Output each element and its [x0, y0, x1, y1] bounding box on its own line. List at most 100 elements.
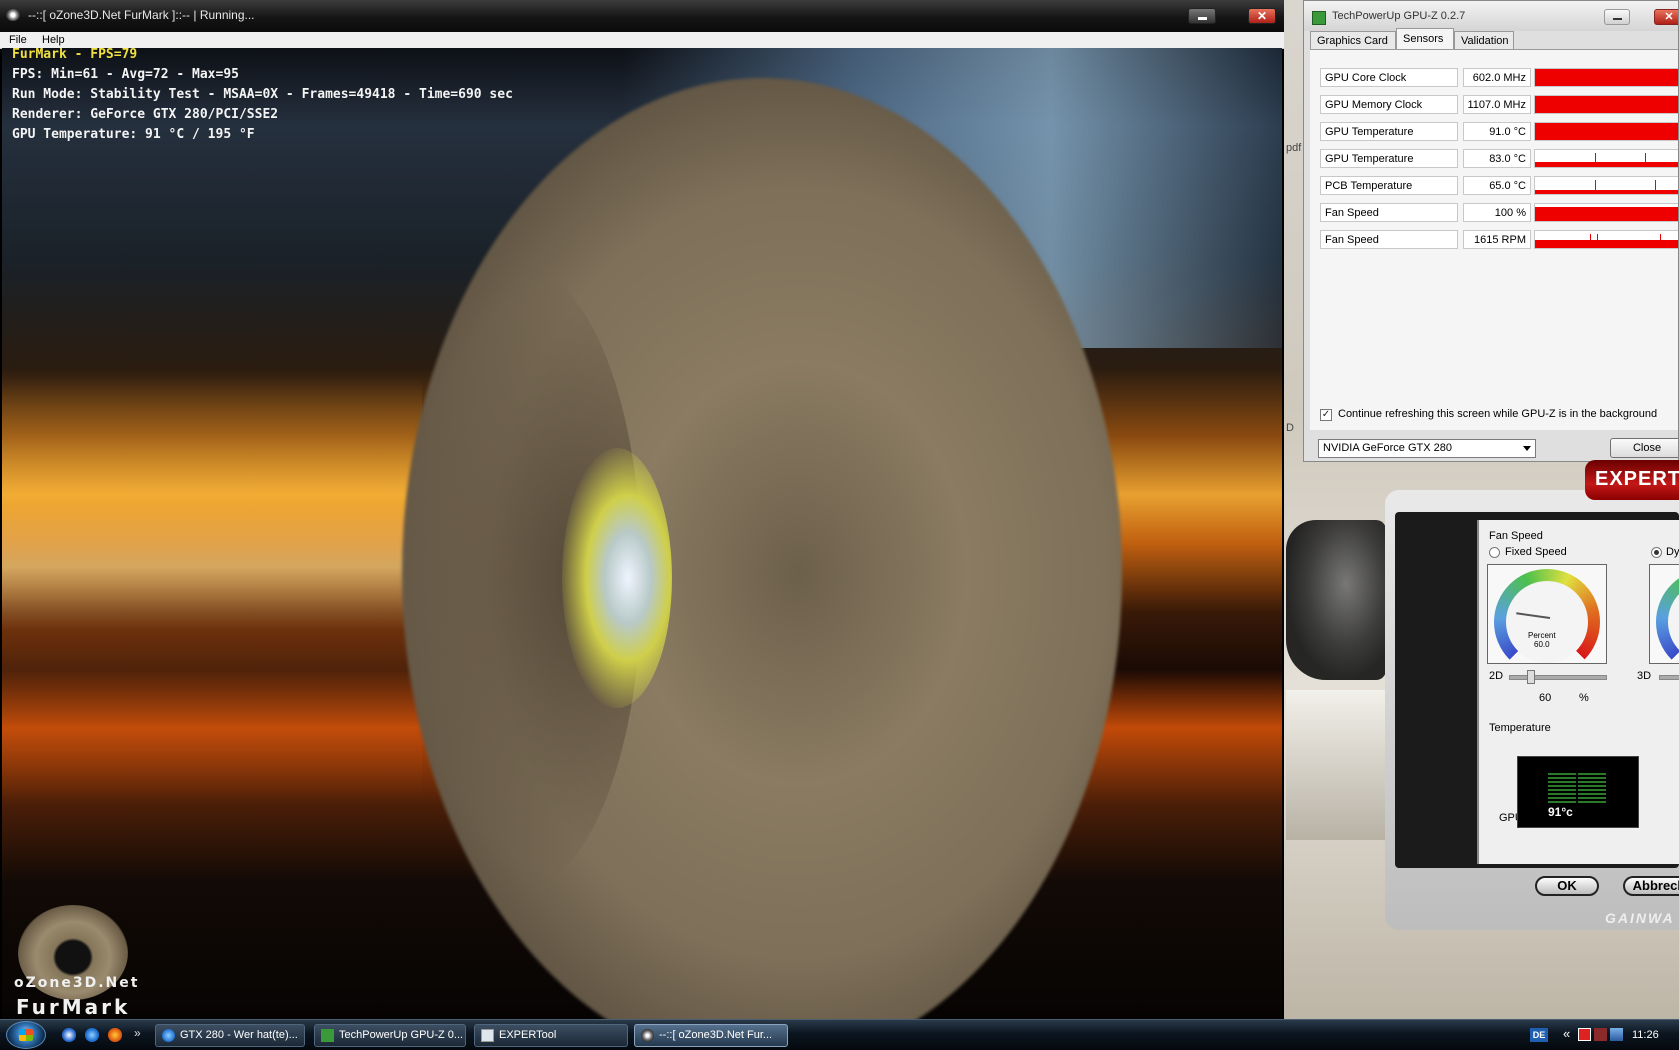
task-expertool[interactable]: EXPERTool: [474, 1024, 628, 1047]
show-hidden-icons-arrow[interactable]: «: [1563, 1026, 1570, 1041]
menu-file[interactable]: File: [9, 34, 27, 46]
sensor-graph-spike: [1655, 180, 1656, 194]
furmark-app-icon[interactable]: [6, 9, 20, 21]
expertool-window: EXPERT Fan Speed Fixed Speed Dy Percent 6…: [1385, 460, 1679, 930]
sensor-value[interactable]: 100 %: [1463, 203, 1531, 222]
ok-button[interactable]: OK: [1535, 876, 1599, 896]
gauge-label: Percent 60.0: [1528, 631, 1556, 649]
quicklaunch-more-chevron[interactable]: »: [134, 1026, 141, 1040]
sensor-row: Fan Speed 100 %: [1320, 203, 1678, 223]
desktop-icon-label-pdf[interactable]: pdf: [1286, 142, 1301, 154]
internet-explorer-icon[interactable]: [85, 1028, 99, 1042]
task-gtx280-forum[interactable]: GTX 280 - Wer hat(te)...: [155, 1024, 305, 1047]
task-label: EXPERTool: [499, 1029, 557, 1041]
tab-sensors[interactable]: Sensors: [1396, 28, 1454, 50]
sensor-value[interactable]: 83.0 °C: [1463, 149, 1531, 168]
refresh-background-checkbox[interactable]: ✓: [1320, 409, 1332, 421]
taskbar: » GTX 280 - Wer hat(te)... TechPowerUp G…: [0, 1019, 1679, 1050]
furmark-titlebar[interactable]: --::[ oZone3D.Net FurMark ]::-- | Runnin…: [0, 0, 1284, 33]
task-gpuz[interactable]: TechPowerUp GPU-Z 0...: [314, 1024, 466, 1047]
temperature-group-label: Temperature: [1489, 722, 1551, 734]
gpuz-task-icon: [321, 1029, 334, 1042]
task-label: TechPowerUp GPU-Z 0...: [339, 1029, 464, 1041]
temperature-display: 91°c: [1517, 756, 1639, 828]
furmark-close-button[interactable]: ✕: [1248, 8, 1276, 24]
gpuz-close-button[interactable]: ✕: [1654, 9, 1678, 25]
firefox-icon[interactable]: [108, 1028, 122, 1042]
sensor-graph-spike: [1595, 180, 1596, 194]
sensor-value[interactable]: 65.0 °C: [1463, 176, 1531, 195]
fan-2d-slider-track[interactable]: [1509, 675, 1607, 680]
expertool-task-icon: [481, 1029, 494, 1042]
fan-3d-slider-track[interactable]: [1659, 675, 1679, 680]
furmark-window-title: --::[ oZone3D.Net FurMark ]::-- | Runnin…: [28, 8, 255, 22]
sensor-graph-spike: [1590, 234, 1591, 248]
sensor-label[interactable]: GPU Temperature: [1320, 149, 1458, 168]
fixed-speed-radio[interactable]: [1489, 547, 1500, 558]
sensor-graph-spike: [1597, 234, 1598, 248]
hud-renderer: Renderer: GeForce GTX 280/PCI/SSE2: [12, 107, 279, 122]
label-2d: 2D: [1489, 670, 1504, 682]
furmark-minimize-button[interactable]: [1188, 8, 1216, 24]
tray-network-icon[interactable]: [1610, 1028, 1623, 1041]
sensor-graph-fill: [1535, 123, 1678, 140]
language-indicator[interactable]: DE: [1530, 1028, 1548, 1042]
clock[interactable]: 11:26: [1632, 1029, 1659, 1041]
gpuz-tab-bar: Graphics Card Sensors Validation: [1310, 28, 1678, 51]
sensor-graph-spike: [1640, 207, 1641, 221]
sensor-label[interactable]: GPU Core Clock: [1320, 68, 1458, 87]
sensor-graph-spike: [1595, 153, 1596, 167]
gauge-face: [1506, 581, 1588, 663]
task-furmark[interactable]: --::[ oZone3D.Net Fur...: [634, 1024, 788, 1047]
fur-torus-hole: [562, 448, 672, 708]
tab-validation[interactable]: Validation: [1454, 31, 1514, 49]
sensor-graph-fill: [1535, 190, 1678, 194]
expertool-header-badge: EXPERT: [1585, 460, 1679, 500]
dynamic-speed-radio[interactable]: [1651, 547, 1662, 558]
sensor-row: Fan Speed 1615 RPM: [1320, 230, 1678, 250]
sensor-label[interactable]: GPU Temperature: [1320, 122, 1458, 141]
graphics-card-select[interactable]: NVIDIA GeForce GTX 280: [1318, 439, 1536, 458]
sensor-row: GPU Temperature 83.0 °C: [1320, 149, 1678, 169]
tab-graphics-card[interactable]: Graphics Card: [1310, 31, 1396, 49]
gpuz-minimize-button[interactable]: [1604, 9, 1630, 25]
gpuz-titlebar[interactable]: TechPowerUp GPU-Z 0.2.7 ✕: [1304, 1, 1678, 31]
furmark-render-viewport: [2, 48, 1282, 1019]
sensor-graph-spike: [1595, 207, 1596, 221]
dynamic-speed-label[interactable]: Dy: [1666, 546, 1679, 558]
gpuz-app-icon[interactable]: [1312, 11, 1326, 25]
label-3d: 3D: [1637, 670, 1652, 682]
sensor-label[interactable]: Fan Speed: [1320, 230, 1458, 249]
fan-2d-slider-thumb[interactable]: [1527, 670, 1535, 684]
sensor-value[interactable]: 1107.0 MHz: [1463, 95, 1531, 114]
hud-fps-stats: FPS: Min=61 - Avg=72 - Max=95: [12, 67, 239, 82]
sensor-row: PCB Temperature 65.0 °C: [1320, 176, 1678, 196]
gpuz-close-dialog-button[interactable]: Close: [1610, 438, 1678, 458]
hud-gpu-temperature: GPU Temperature: 91 °C / 195 °F: [12, 127, 255, 142]
sensor-value[interactable]: 1615 RPM: [1463, 230, 1531, 249]
sensor-value[interactable]: 602.0 MHz: [1463, 68, 1531, 87]
sensor-label[interactable]: PCB Temperature: [1320, 176, 1458, 195]
desktop-icon-label-d[interactable]: D: [1286, 422, 1294, 434]
sensor-label[interactable]: Fan Speed: [1320, 203, 1458, 222]
start-button[interactable]: [6, 1021, 46, 1049]
refresh-background-label[interactable]: Continue refreshing this screen while GP…: [1338, 408, 1657, 420]
menu-help[interactable]: Help: [42, 34, 65, 46]
sensor-value[interactable]: 91.0 °C: [1463, 122, 1531, 141]
fan-2d-gauge: Percent 60.0: [1487, 564, 1607, 664]
fixed-speed-label[interactable]: Fixed Speed: [1505, 546, 1567, 558]
furmark-task-icon: [641, 1029, 654, 1042]
tray-app-icon[interactable]: [1594, 1028, 1607, 1041]
hud-run-mode: Run Mode: Stability Test - MSAA=0X - Fra…: [12, 87, 513, 102]
wallpaper-car-body: [1286, 690, 1386, 840]
tray-security-icon[interactable]: [1578, 1028, 1591, 1041]
fan-2d-value: 60: [1539, 692, 1552, 704]
gauge-value: 60.0: [1534, 640, 1550, 649]
media-player-icon[interactable]: [62, 1028, 76, 1042]
cancel-button[interactable]: Abbrech: [1623, 876, 1679, 896]
furmark-window: --::[ oZone3D.Net FurMark ]::-- | Runnin…: [0, 0, 1284, 1019]
sensor-graph-fill: [1535, 69, 1678, 86]
wallpaper-car-headlight: [1286, 520, 1386, 680]
sensor-label[interactable]: GPU Memory Clock: [1320, 95, 1458, 114]
furmark-logo-line1: oZone3D.Net: [14, 975, 140, 991]
